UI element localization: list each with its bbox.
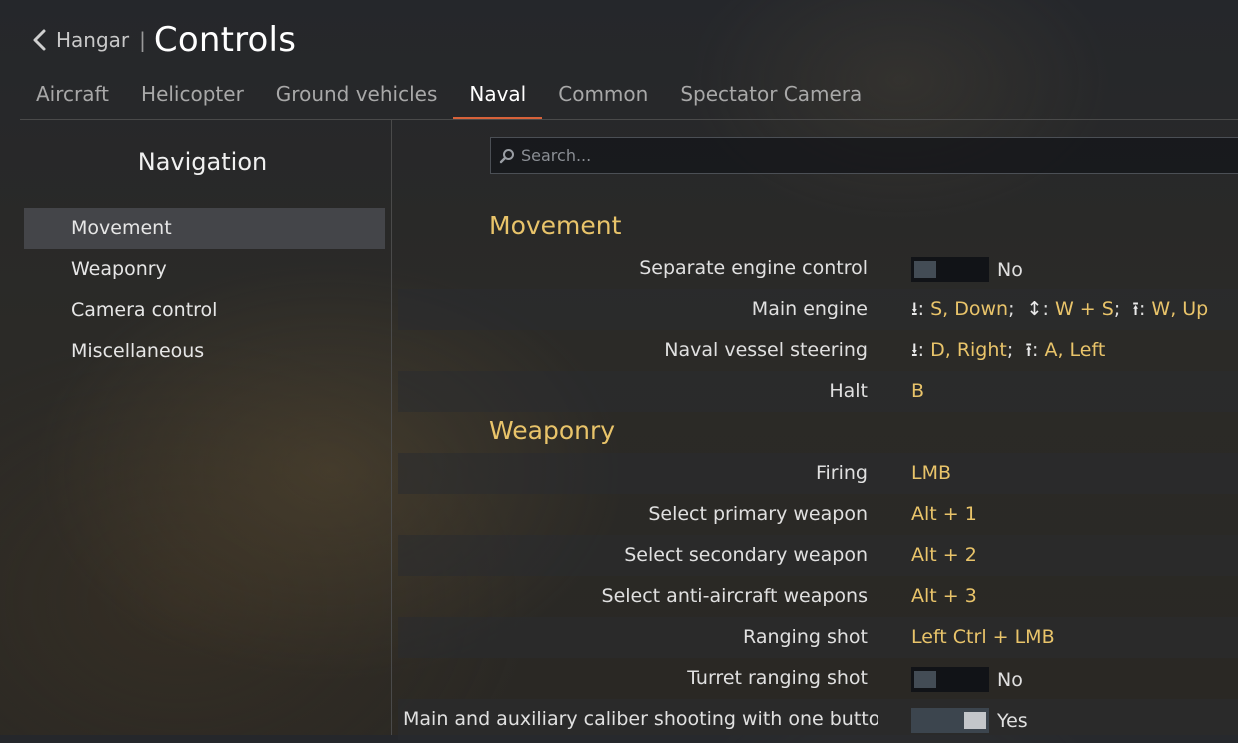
controls-list: Movement Separate engine control No Main… — [398, 207, 1238, 740]
key-axis: W + S — [1054, 298, 1114, 320]
axis-up-icon: ⭱ — [1132, 298, 1139, 320]
toggle-state: Yes — [997, 710, 1028, 732]
tab-bar: Aircraft Helicopter Ground vehicles Nava… — [20, 72, 1238, 120]
control-label: Turret ranging shot — [687, 667, 868, 689]
axis-down-icon: ⭳ — [911, 339, 918, 361]
control-label: Firing — [815, 462, 868, 484]
toggle-knob — [914, 671, 936, 688]
tab-naval[interactable]: Naval — [453, 72, 543, 119]
control-row-ranging-shot[interactable]: Ranging shot Left Ctrl + LMB — [398, 617, 1238, 658]
control-binding: Left Ctrl + LMB — [911, 626, 1055, 648]
control-row-anti-aircraft[interactable]: Select anti-aircraft weapons Alt + 3 — [398, 576, 1238, 617]
control-label: Main engine — [751, 298, 868, 320]
tab-aircraft[interactable]: Aircraft — [20, 72, 125, 119]
search-box — [490, 137, 1238, 174]
control-row-separate-engine[interactable]: Separate engine control No — [398, 248, 1238, 289]
key-up: W, Up — [1151, 298, 1209, 320]
control-binding: Alt + 1 — [911, 503, 977, 525]
nav-item-movement[interactable]: Movement — [24, 208, 385, 249]
control-binding: ⭳: S, Down; ↕: W + S; ⭱: W, Up — [911, 298, 1209, 320]
control-row-turret-ranging[interactable]: Turret ranging shot No — [398, 658, 1238, 699]
control-row-one-button[interactable]: Main and auxiliary caliber shooting with… — [398, 699, 1238, 740]
search-icon — [499, 148, 514, 163]
navigation-panel: Navigation Movement Weaponry Camera cont… — [0, 120, 392, 735]
control-label: Select primary weapon — [648, 503, 868, 525]
page-header: Hangar | Controls — [30, 18, 296, 62]
control-binding: Alt + 2 — [911, 544, 977, 566]
control-binding: ⭳: D, Right; ⭱: A, Left — [911, 339, 1106, 361]
navigation-list: Movement Weaponry Camera control Miscell… — [24, 208, 385, 372]
separate-engine-toggle[interactable] — [911, 257, 989, 282]
search-input[interactable] — [519, 145, 1123, 166]
control-row-main-engine[interactable]: Main engine ⭳: S, Down; ↕: W + S; ⭱: W, … — [398, 289, 1238, 330]
key-left: A, Left — [1044, 339, 1106, 361]
control-label: Halt — [829, 380, 868, 402]
axis-both-icon: ↕ — [1026, 298, 1043, 320]
toggle-state: No — [997, 669, 1023, 691]
page-title: Controls — [153, 20, 297, 60]
control-row-steering[interactable]: Naval vessel steering ⭳: D, Right; ⭱: A,… — [398, 330, 1238, 371]
tab-helicopter[interactable]: Helicopter — [125, 72, 260, 119]
control-label: Select secondary weapon — [624, 544, 868, 566]
tab-ground-vehicles[interactable]: Ground vehicles — [260, 72, 454, 119]
toggle-knob — [914, 261, 936, 278]
tab-spectator-camera[interactable]: Spectator Camera — [664, 72, 878, 119]
control-row-halt[interactable]: Halt B — [398, 371, 1238, 412]
control-label: Select anti-aircraft weapons — [601, 585, 868, 607]
section-header-movement: Movement — [398, 207, 1238, 248]
control-binding: LMB — [911, 462, 952, 484]
control-label: Naval vessel steering — [664, 339, 868, 361]
key-right: D, Right — [930, 339, 1007, 361]
section-title: Movement — [489, 211, 622, 240]
nav-item-weaponry[interactable]: Weaponry — [24, 249, 385, 290]
toggle-state: No — [997, 259, 1023, 281]
section-title: Weaponry — [489, 416, 616, 445]
chevron-left-icon — [33, 29, 46, 51]
nav-item-miscellaneous[interactable]: Miscellaneous — [24, 331, 385, 372]
back-label: Hangar — [56, 28, 130, 52]
tab-common[interactable]: Common — [542, 72, 664, 119]
header-separator: | — [139, 28, 146, 52]
control-row-primary-weapon[interactable]: Select primary weapon Alt + 1 — [398, 494, 1238, 535]
toggle-knob — [964, 712, 986, 729]
control-label: Ranging shot — [743, 626, 868, 648]
navigation-title: Navigation — [137, 148, 268, 176]
control-binding: B — [911, 380, 925, 402]
key-down: S, Down — [930, 298, 1009, 320]
back-to-hangar-button[interactable]: Hangar — [30, 28, 129, 52]
section-header-weaponry: Weaponry — [398, 412, 1238, 453]
control-row-secondary-weapon[interactable]: Select secondary weapon Alt + 2 — [398, 535, 1238, 576]
control-label: Separate engine control — [639, 257, 868, 279]
axis-down-icon: ⭳ — [911, 298, 918, 320]
control-row-firing[interactable]: Firing LMB — [398, 453, 1238, 494]
control-binding: Alt + 3 — [911, 585, 977, 607]
one-button-toggle[interactable] — [911, 708, 989, 733]
axis-up-icon: ⭱ — [1025, 339, 1032, 361]
nav-item-camera-control[interactable]: Camera control — [24, 290, 385, 331]
turret-ranging-toggle[interactable] — [911, 667, 989, 692]
control-label: Main and auxiliary caliber shooting with… — [403, 708, 878, 730]
